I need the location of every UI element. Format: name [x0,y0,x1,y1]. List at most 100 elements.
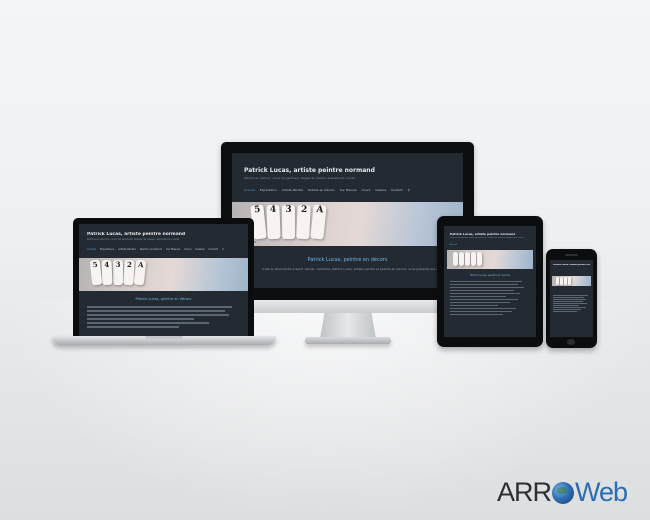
text-line [450,311,513,312]
laptop-main-nav: Accueil Expositions Artiste Peintre Pein… [87,248,248,251]
tablet-playing-cards [453,252,482,266]
text-line [450,281,522,282]
text-line [450,299,518,300]
tablet-card-4 [459,252,464,266]
laptop-card-3: 3 [113,260,123,285]
text-line [553,297,585,298]
laptop-hero-banner: 5 4 3 2 A [79,258,248,291]
phone-website-screen: Patrick Lucas, artiste peintre normand P… [550,260,593,337]
laptop-nav-sur-mesure[interactable]: Sur Mesure [166,248,180,251]
laptop-search-icon[interactable]: ⚲ [222,248,224,251]
phone-hero-banner [552,276,591,286]
logo-text-arr: ARR [497,476,552,507]
tablet-site-tagline: Peintre en décors, cours de peinture, st… [450,237,524,239]
laptop-section-heading: Patrick Lucas, peintre en décors [135,297,192,301]
globe-icon [552,482,575,504]
search-icon[interactable]: ⚲ [408,188,410,192]
main-nav: Accueil Expositions Artiste Peintre Pein… [244,188,463,192]
arroweb-logo: ARR Web [497,476,628,507]
tablet-section-heading: Patrick Lucas, peintre en décors [470,274,510,277]
phone-speaker [565,254,578,256]
site-title[interactable]: Patrick Lucas, artiste peintre normand [244,167,375,174]
tablet-hero-banner [447,250,533,269]
nav-item-contact[interactable]: Contact [391,188,403,192]
text-line [553,309,581,310]
desktop-website-screen: Patrick Lucas, artiste peintre normand P… [232,153,463,288]
laptop-notch [145,336,183,339]
smartphone: Patrick Lucas, artiste peintre normand P… [546,249,597,348]
laptop-website-screen: Patrick Lucas, artiste peintre normand P… [79,224,248,336]
phone-site-title[interactable]: Patrick Lucas, artiste peintre normand [553,264,590,266]
tablet-card-2 [471,252,476,266]
phone-card [560,277,563,285]
site-tagline: Peintre en décors, cours de peinture, st… [244,176,355,180]
card-4: 4 [266,204,281,240]
text-line [450,287,524,288]
laptop-nav-artiste-peintre[interactable]: Artiste Peintre [118,248,136,251]
text-line [553,301,583,302]
text-line [553,295,589,296]
text-line [450,308,516,309]
laptop-screen: Patrick Lucas, artiste peintre normand P… [73,218,254,336]
text-line [553,305,579,306]
text-line [450,314,503,315]
tablet-website-screen: Patrick Lucas, artiste peintre normand P… [444,226,536,337]
nav-item-expositions[interactable]: Expositions [260,188,277,192]
nav-item-cours[interactable]: Cours [362,188,371,192]
laptop-nav-peintre-en-decors[interactable]: Peintre en Décors [140,248,162,251]
phone-playing-cards [556,277,571,285]
tablet-card-5 [453,252,458,266]
nav-item-sur-mesure[interactable]: Sur Mesure [340,188,357,192]
text-line [450,293,521,294]
tablet-paragraph [450,281,530,317]
tablet-main-nav: Accueil [450,244,536,246]
nav-item-peintre-en-decors[interactable]: Peintre en Décors [308,188,335,192]
laptop-card-5: 5 [89,259,103,286]
nav-item-accueil[interactable]: Accueil [244,188,255,192]
monitor-base [305,337,391,344]
laptop-nav-expositions[interactable]: Expositions [100,248,114,251]
laptop-nav-cours[interactable]: Cours [184,248,191,251]
phone-home-button [567,339,575,345]
monitor-stand [320,313,376,339]
logo-text-web: Web [575,476,628,507]
tablet-card-3 [465,252,470,266]
text-line [450,305,498,306]
card-2: 2 [296,204,311,240]
text-line [553,303,588,304]
tablet-nav-accueil[interactable]: Accueil [450,244,457,246]
nav-item-artiste-peintre[interactable]: Artiste Peintre [282,188,303,192]
text-line [450,284,518,285]
card-ace: A [310,204,327,240]
card-3: 3 [282,205,295,239]
text-line [87,326,179,328]
phone-card [568,277,571,285]
text-line [553,299,587,300]
text-line [87,314,230,316]
laptop-playing-cards: 5 4 3 2 A [89,259,147,286]
phone-paragraph [553,295,590,313]
text-line [553,307,586,308]
text-line [450,296,506,297]
phone-card [556,277,559,285]
tablet-site-title[interactable]: Patrick Lucas, artiste peintre normand [450,232,515,236]
tablet-card-ace [477,252,482,266]
intro-text: C'est en Normandie à Saint -Senier, Calv… [262,267,463,271]
phone-section-heading: Patrick Lucas, peintre en décors [559,290,584,291]
laptop-nav-accueil[interactable]: Accueil [87,248,96,251]
text-line [553,311,578,312]
text-line [87,306,233,308]
laptop-card-ace: A [133,259,147,286]
tablet: Patrick Lucas, artiste peintre normand P… [437,216,543,347]
phone-card [564,277,567,285]
laptop-paragraph [87,306,240,330]
text-line [87,318,195,320]
hero-banner: 5 4 3 2 A © Patrick Lucas [232,202,463,246]
text-line [450,302,510,303]
nav-item-galerie[interactable]: Galerie [375,188,386,192]
laptop-nav-contact[interactable]: Contact [208,248,218,251]
laptop-site-title[interactable]: Patrick Lucas, artiste peintre normand [87,232,185,237]
laptop-nav-galerie[interactable]: Galerie [195,248,204,251]
phone-site-tagline: Peintre en décors, cours de peinture, st… [553,268,590,269]
text-line [450,290,514,291]
